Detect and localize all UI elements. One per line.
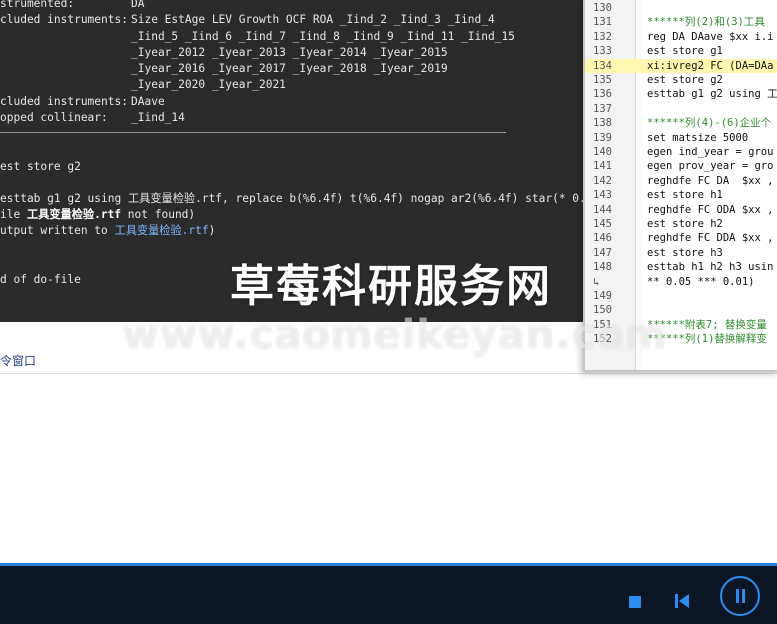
code-text: set matsize 5000 (647, 131, 749, 144)
line-number: 140 (593, 146, 612, 158)
code-text: reghdfe FC DA $xx , (647, 174, 774, 187)
editor-line[interactable]: 130 (585, 1, 777, 15)
editor-line[interactable]: ↳ ** 0.05 *** 0.01) (585, 275, 777, 289)
code-text: xi:ivreg2 FC (DA=DAa (647, 59, 774, 72)
line-number: 146 (593, 232, 612, 245)
line-number: 131 (593, 16, 612, 29)
line-number: 149 (593, 290, 612, 302)
code-text: est store h1 (647, 189, 723, 202)
code-text: ** 0.05 *** 0.01) (647, 275, 755, 288)
line-number: 139 (593, 131, 612, 144)
line-number: 143 (593, 189, 612, 202)
code-text: est store h3 (647, 246, 723, 259)
line-number: 133 (593, 45, 612, 58)
console-command: est store g2 (0, 160, 81, 173)
code-text: ******列(4)-(6)企业个 (647, 117, 772, 130)
line-number: 136 (593, 88, 612, 101)
editor-line[interactable]: 145 est store h2 (585, 217, 777, 231)
line-number: 142 (593, 174, 612, 187)
code-text: egen ind_year = grou (647, 146, 774, 158)
line-number: 132 (593, 30, 612, 43)
editor-line[interactable]: 136 esttab g1 g2 using 工 (585, 87, 777, 101)
line-number: 138 (593, 117, 612, 130)
editor-line[interactable]: 149 (585, 289, 777, 303)
line-number: 130 (593, 2, 612, 14)
code-text: est store h2 (647, 218, 723, 230)
editor-line[interactable]: 137 (585, 102, 777, 116)
command-input-area[interactable] (0, 374, 777, 560)
code-text: esttab g1 g2 using 工 (647, 88, 777, 101)
editor-line[interactable]: 132 reg DA DAave $xx i.i (585, 30, 777, 44)
stop-icon[interactable] (629, 596, 641, 608)
editor-line[interactable]: 146 reghdfe FC DDA $xx , (585, 231, 777, 245)
editor-line[interactable]: 148 esttab h1 h2 h3 usin (585, 260, 777, 274)
code-text: esttab h1 h2 h3 usin (647, 261, 774, 274)
code-text: egen prov_year = gro (647, 160, 774, 173)
line-number: ↳ (593, 275, 600, 288)
code-text: est store g2 (647, 74, 723, 86)
editor-line[interactable]: 139 set matsize 5000 (585, 131, 777, 145)
line-number: 137 (593, 102, 612, 115)
console-line: opped collinear: _Iind_14 (0, 111, 185, 124)
line-number: 134 (593, 59, 612, 72)
console-command: esttab g1 g2 using 工具变量检验.rtf, replace b… (0, 192, 586, 205)
console-message: utput written to 工具变量检验.rtf) (0, 224, 216, 237)
console-line: strumented: DA (0, 0, 145, 10)
console-divider (0, 132, 506, 133)
line-number: 148 (593, 261, 612, 274)
console-end: d of do-file (0, 273, 81, 286)
code-text: reg DA DAave $xx i.i (647, 30, 774, 43)
editor-line[interactable]: 141 egen prov_year = gro (585, 159, 777, 173)
console-line: cluded instruments: Size EstAge LEV Growt… (0, 13, 495, 26)
line-number: 145 (593, 218, 612, 230)
code-text: reghdfe FC ODA $xx , (647, 203, 774, 216)
video-player-bar (0, 563, 777, 624)
pause-icon[interactable] (720, 576, 760, 616)
skip-back-icon[interactable] (673, 592, 691, 610)
line-number: 144 (593, 203, 612, 216)
editor-line[interactable]: 135 est store g2 (585, 73, 777, 87)
editor-line[interactable]: 138 ******列(4)-(6)企业个 (585, 116, 777, 130)
code-text: reghdfe FC DDA $xx , (647, 232, 774, 245)
editor-line[interactable]: 140 egen ind_year = grou (585, 145, 777, 159)
editor-line[interactable]: 143 est store h1 (585, 188, 777, 202)
code-text: ******列(2)和(3)工具 (647, 16, 765, 29)
line-number: 147 (593, 246, 612, 259)
editor-line[interactable]: 147 est store h3 (585, 246, 777, 260)
code-text: est store g1 (647, 45, 723, 58)
line-number: 135 (593, 74, 612, 86)
editor-line[interactable]: 131 ******列(2)和(3)工具 (585, 15, 777, 29)
watermark-cn: 草莓科研服务网 (230, 261, 552, 312)
watermark-en: www.caomeikeyan.com (122, 312, 668, 358)
command-window-title[interactable]: 令窗口 (0, 352, 36, 369)
console-line: cluded instruments: DAave (0, 95, 165, 108)
editor-line[interactable]: 133 est store g1 (585, 44, 777, 58)
editor-line[interactable]: 142 reghdfe FC DA $xx , (585, 174, 777, 188)
editor-line[interactable]: 144 reghdfe FC ODA $xx , (585, 203, 777, 217)
line-number: 141 (593, 160, 612, 173)
console-message: ile 工具变量检验.rtf not found) (0, 208, 196, 221)
editor-line[interactable]: 134 xi:ivreg2 FC (DA=DAa (585, 58, 777, 73)
output-file-link[interactable]: 工具变量检验.rtf (115, 224, 209, 237)
